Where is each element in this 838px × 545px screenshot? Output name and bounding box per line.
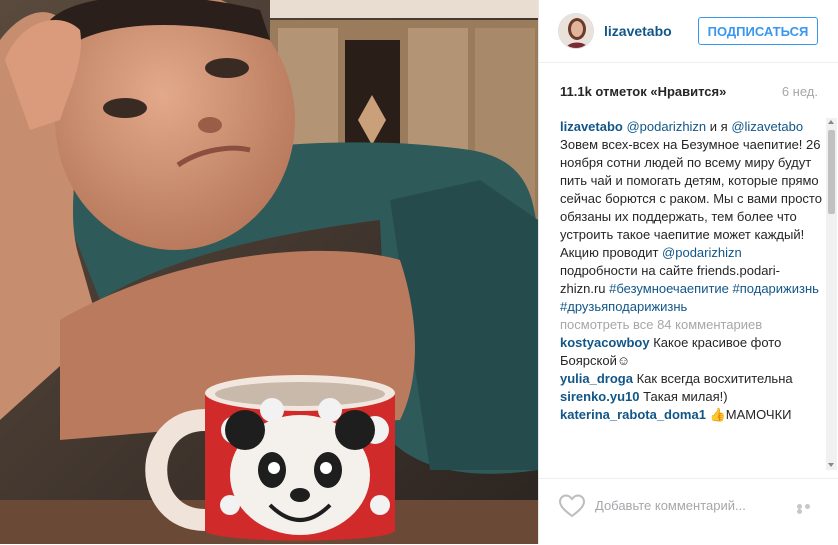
post-footer: Добавьте комментарий... <box>539 478 838 545</box>
comment: sirenko.yu10 Такая милая!) <box>560 388 822 406</box>
comment-text: Как всегда восхитительна <box>636 371 793 386</box>
caption-mention[interactable]: @podarizhizn <box>662 245 742 260</box>
photo-illustration <box>0 0 538 544</box>
view-all-comments-link[interactable]: посмотреть все 84 комментариев <box>560 316 822 334</box>
likes-count[interactable]: 11.1k отметок «Нравится» <box>560 84 726 99</box>
post-header: lizavetabo ПОДПИСАТЬСЯ <box>539 0 838 63</box>
caption-text: Зовем всех-всех на Безумное чаепитие! 26… <box>560 137 822 260</box>
scroll-down-arrow-icon[interactable] <box>828 463 834 467</box>
comments-feed[interactable]: lizavetabo @podarizhizn и я @lizavetabo … <box>560 118 822 470</box>
comment-username[interactable]: kostyacowboy <box>560 335 650 350</box>
follow-button[interactable]: ПОДПИСАТЬСЯ <box>698 17 818 45</box>
caption-mention[interactable]: @podarizhizn <box>626 119 706 134</box>
post-username[interactable]: lizavetabo <box>604 23 672 39</box>
heart-icon[interactable] <box>559 494 585 518</box>
comments-scrollbar[interactable] <box>826 118 837 470</box>
caption-username[interactable]: lizavetabo <box>560 119 623 134</box>
comment-username[interactable]: sirenko.yu10 <box>560 389 640 404</box>
comment-text: Такая милая!) <box>643 389 728 404</box>
caption-mention[interactable]: @lizavetabo <box>731 119 803 134</box>
post-time[interactable]: 6 нед. <box>782 84 818 99</box>
comment: yulia_droga Как всегда восхитительна <box>560 370 822 388</box>
caption-text: и я <box>706 119 732 134</box>
scrollbar-thumb[interactable] <box>828 130 835 214</box>
comment-text: 👍МАМОЧКИ <box>709 407 792 422</box>
more-options-icon[interactable] <box>797 504 819 514</box>
comment: katerina_rabota_doma1 👍МАМОЧКИ <box>560 406 822 424</box>
comment-username[interactable]: katerina_rabota_doma1 <box>560 407 706 422</box>
comment-username[interactable]: yulia_droga <box>560 371 633 386</box>
comment: kostyacowboy Какое красивое фото Боярско… <box>560 334 822 370</box>
avatar[interactable] <box>558 13 594 49</box>
scroll-up-arrow-icon[interactable] <box>828 120 834 124</box>
post-photo <box>0 0 538 544</box>
post-side-panel: lizavetabo ПОДПИСАТЬСЯ 11.1k отметок «Нр… <box>538 0 838 544</box>
post-caption: lizavetabo @podarizhizn и я @lizavetabo … <box>560 118 822 316</box>
add-comment-input[interactable]: Добавьте комментарий... <box>595 498 746 513</box>
